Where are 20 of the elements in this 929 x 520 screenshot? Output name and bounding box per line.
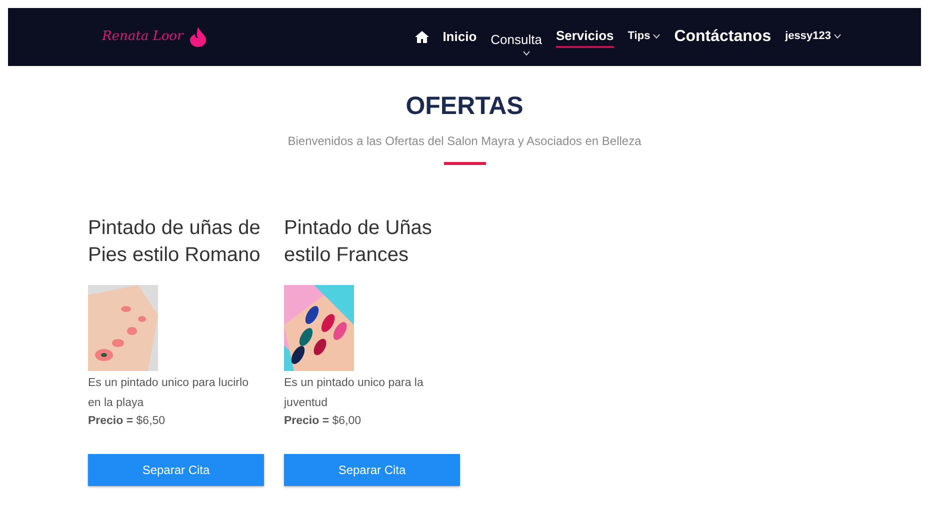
page-subtitle: Bienvenidos a las Ofertas del Salon Mayra y Asociados en Belleza — [286, 132, 642, 150]
brand-logo[interactable]: Renata Loor — [102, 27, 184, 47]
nav-link[interactable]: Servicios — [556, 26, 614, 48]
offer-description: Es un pintado unico para la juventud — [284, 376, 424, 411]
caret-icon — [834, 34, 841, 39]
flame-icon — [189, 27, 208, 47]
nav-dropdown[interactable]: Consulta — [490, 30, 542, 58]
nav-dropdown[interactable]: Tips — [628, 28, 660, 46]
offer-price: Precio = $6,50 — [88, 414, 166, 429]
nav-dropdown[interactable]: jessy123 — [785, 28, 841, 46]
nav-link[interactable]: Inicio — [442, 27, 477, 47]
home-icon[interactable] — [414, 31, 429, 43]
offer-title: Pintado de uñas de Pies estilo Romano — [88, 216, 262, 268]
offer-title: Pintado de Uñas estilo Frances — [284, 216, 433, 268]
offer-price: Precio = $6,00 — [284, 414, 362, 429]
caret-icon — [653, 34, 660, 39]
caret-icon — [522, 50, 530, 56]
offer-description: Es un pintado unico para lucirlo en la playa — [88, 376, 250, 411]
nav-link[interactable]: Contáctanos — [674, 25, 772, 49]
page-title: OFERTAS — [404, 91, 524, 122]
